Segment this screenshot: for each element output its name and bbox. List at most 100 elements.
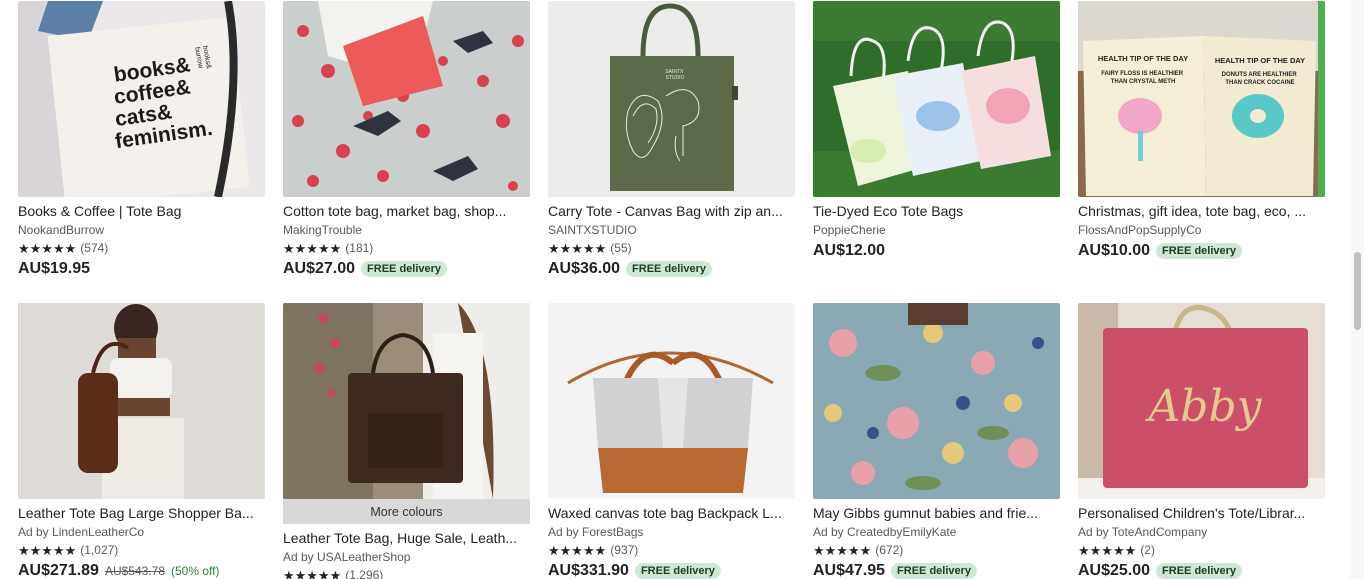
listing-image[interactable]: Abby (1078, 303, 1325, 499)
price-line: AU$25.00 FREE delivery (1078, 561, 1325, 579)
listing-image[interactable] (283, 1, 530, 197)
tote-fabric-photo (283, 1, 530, 197)
may-gibbs-tote-photo (813, 303, 1060, 499)
tote-heading-left: HEALTH TIP OF THE DAY (1098, 54, 1188, 63)
listing-image[interactable] (18, 303, 265, 499)
tie-dye-totes-photo (813, 1, 1060, 197)
price-line: AU$331.90 FREE delivery (548, 561, 795, 579)
more-colours-label[interactable]: More colours (283, 499, 530, 524)
price-line: AU$19.95 (18, 259, 265, 279)
listing-title[interactable]: Waxed canvas tote bag Backpack L... (548, 505, 795, 522)
rating: ★★★★★ (2) (1078, 543, 1325, 558)
review-count: (181) (345, 241, 374, 255)
shop-name: PoppieCherie (813, 223, 886, 237)
star-rating-icon: ★★★★★ (283, 241, 342, 256)
free-delivery-badge: FREE delivery (361, 261, 448, 277)
star-rating-icon: ★★★★★ (18, 543, 77, 558)
listing-image[interactable] (813, 303, 1060, 499)
shop-name: MakingTrouble (283, 223, 362, 237)
price: AU$47.95 (813, 562, 886, 579)
tote-books-photo: books& coffee& cats& feminism. books& bu… (18, 1, 265, 197)
listing-card[interactable]: HEALTH TIP OF THE DAY FAIRY FLOSS IS HEA… (1078, 1, 1325, 279)
free-delivery-badge: FREE delivery (1156, 563, 1243, 579)
price-line: AU$36.00 FREE delivery (548, 259, 795, 279)
free-delivery-badge: FREE delivery (1156, 243, 1243, 259)
listing-row: books& coffee& cats& feminism. books& bu… (18, 1, 1325, 279)
shop-name: SAINTXSTUDIO (548, 223, 637, 237)
star-rating-icon: ★★★★★ (548, 543, 607, 558)
price-line: AU$10.00 FREE delivery (1078, 241, 1325, 261)
review-count: (2) (1140, 543, 1155, 557)
rating: ★★★★★ (1,027) (18, 543, 265, 558)
listing-card[interactable]: May Gibbs gumnut babies and frie... Ad b… (813, 303, 1060, 579)
listing-title[interactable]: Personalised Children's Tote/Librar... (1078, 505, 1325, 522)
listing-image[interactable]: books& coffee& cats& feminism. books& bu… (18, 1, 265, 197)
listing-image[interactable] (548, 303, 795, 499)
review-count: (55) (610, 241, 632, 255)
listing-card[interactable]: Leather Tote Bag Large Shopper Ba... Ad … (18, 303, 265, 579)
price: AU$25.00 (1078, 562, 1151, 579)
tote-brand-print: SAINTX STUDIO (665, 69, 684, 81)
price: AU$12.00 (813, 242, 886, 259)
etsy-results-page: books& coffee& cats& feminism. books& bu… (0, 0, 1364, 579)
review-count: (672) (875, 543, 904, 557)
rating: ★★★★★ (55) (548, 241, 795, 256)
listing-image[interactable] (813, 1, 1060, 197)
listing-title[interactable]: Books & Coffee | Tote Bag (18, 203, 265, 220)
price-line: AU$47.95 FREE delivery (813, 561, 1060, 579)
brown-leather-tote-photo (283, 303, 530, 499)
tote-green-photo: SAINTX STUDIO (548, 1, 795, 197)
star-rating-icon: ★★★★★ (18, 241, 77, 256)
shop-name: Ad by ForestBags (548, 525, 644, 539)
listing-card[interactable]: books& coffee& cats& feminism. books& bu… (18, 1, 265, 279)
tote-personalised-name: Abby (1145, 381, 1263, 432)
shop-name: Ad by LindenLeatherCo (18, 525, 145, 539)
listing-title[interactable]: Christmas, gift idea, tote bag, eco, ... (1078, 203, 1325, 220)
vertical-scrollbar[interactable] (1350, 0, 1364, 579)
shop-name: FlossAndPopSupplyCo (1078, 223, 1202, 237)
price: AU$271.89 (18, 562, 99, 579)
listing-card[interactable]: Waxed canvas tote bag Backpack L... Ad b… (548, 303, 795, 579)
discount-percent: (50% off) (171, 564, 220, 578)
listing-title[interactable]: Cotton tote bag, market bag, shop... (283, 203, 530, 220)
star-rating-icon: ★★★★★ (1078, 543, 1137, 558)
listing-title[interactable]: Tie-Dyed Eco Tote Bags (813, 203, 1060, 220)
tote-heading-right: HEALTH TIP OF THE DAY (1215, 56, 1305, 65)
waxed-canvas-tote-photo (548, 303, 795, 499)
rating: ★★★★★ (181) (283, 241, 530, 256)
review-count: (937) (610, 543, 639, 557)
listing-card[interactable]: Tie-Dyed Eco Tote Bags PoppieCherie AU$1… (813, 1, 1060, 279)
price: AU$331.90 (548, 562, 629, 579)
personalised-tote-photo: Abby (1078, 303, 1325, 499)
health-tip-totes-photo: HEALTH TIP OF THE DAY FAIRY FLOSS IS HEA… (1078, 1, 1325, 197)
listing-title[interactable]: Carry Tote - Canvas Bag with zip an... (548, 203, 795, 220)
scrollbar-thumb[interactable] (1354, 252, 1361, 330)
price-line: AU$271.89 AU$543.78 (50% off) (18, 561, 265, 579)
listing-title[interactable]: Leather Tote Bag Large Shopper Ba... (18, 505, 265, 522)
leather-tote-model-photo (18, 303, 265, 499)
star-rating-icon: ★★★★★ (813, 543, 872, 558)
price: AU$27.00 (283, 260, 356, 277)
star-rating-icon: ★★★★★ (283, 568, 342, 579)
listing-image[interactable]: HEALTH TIP OF THE DAY FAIRY FLOSS IS HEA… (1078, 1, 1325, 197)
listing-title[interactable]: Leather Tote Bag, Huge Sale, Leath... (283, 530, 530, 547)
review-count: (574) (80, 241, 109, 255)
rating: ★★★★★ (937) (548, 543, 795, 558)
listing-card[interactable]: Abby Personalised Children's Tote/Librar… (1078, 303, 1325, 579)
listing-image[interactable] (283, 303, 530, 499)
listing-card[interactable]: More colours Leather Tote Bag, Huge Sale… (283, 303, 530, 579)
price-line: AU$27.00 FREE delivery (283, 259, 530, 279)
listing-card[interactable]: Cotton tote bag, market bag, shop... Mak… (283, 1, 530, 279)
review-count: (1,296) (345, 568, 384, 579)
listing-title[interactable]: May Gibbs gumnut babies and frie... (813, 505, 1060, 522)
original-price: AU$543.78 (104, 564, 165, 578)
shop-name: Ad by CreatedbyEmilyKate (813, 525, 957, 539)
free-delivery-badge: FREE delivery (634, 563, 721, 579)
listing-image[interactable]: SAINTX STUDIO (548, 1, 795, 197)
listing-card[interactable]: SAINTX STUDIO Carry Tote - Canvas Bag wi… (548, 1, 795, 279)
listing-row: Leather Tote Bag Large Shopper Ba... Ad … (18, 303, 1325, 579)
price: AU$36.00 (548, 260, 621, 277)
price-line: AU$12.00 (813, 241, 1060, 261)
shop-name: Ad by USALeatherShop (283, 550, 411, 564)
free-delivery-badge: FREE delivery (626, 261, 713, 277)
